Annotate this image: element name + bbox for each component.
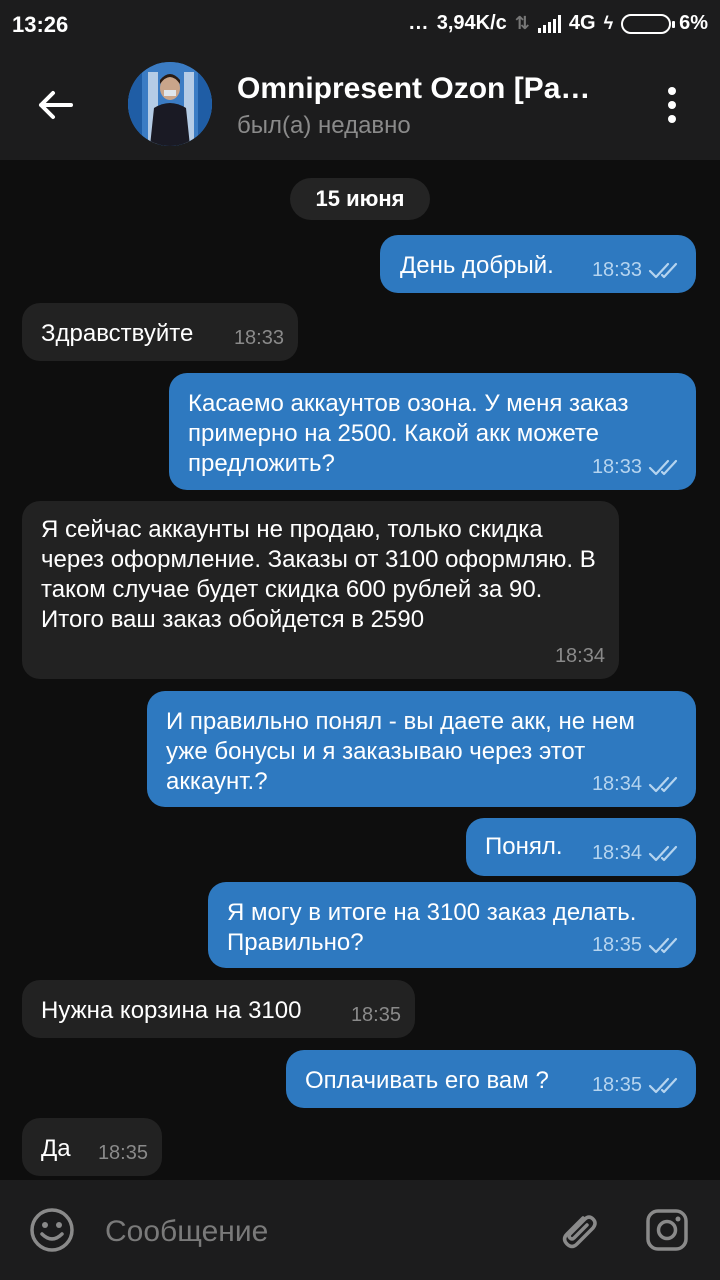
signal-icon bbox=[537, 14, 561, 33]
read-double-check-icon bbox=[648, 776, 678, 793]
date-separator: 15 июня bbox=[290, 178, 430, 220]
read-double-check-icon bbox=[648, 845, 678, 862]
message-time: 18:33 bbox=[233, 327, 284, 349]
message-time: 18:34 bbox=[554, 645, 605, 667]
camera-button[interactable] bbox=[643, 1206, 691, 1254]
message-time: 18:34 bbox=[591, 842, 642, 864]
camera-icon bbox=[646, 1209, 688, 1251]
message-time: 18:33 bbox=[591, 456, 642, 478]
message-meta: 18:35 bbox=[351, 1000, 401, 1030]
more-menu-icon[interactable] bbox=[655, 80, 689, 130]
charging-icon: ϟ bbox=[603, 13, 614, 33]
message-time: 18:35 bbox=[591, 1074, 642, 1096]
message-time: 18:34 bbox=[591, 773, 642, 795]
message-composer bbox=[0, 1180, 720, 1280]
chat-title[interactable]: Omnipresent Ozon [Pa… bbox=[237, 72, 637, 106]
back-arrow-icon bbox=[39, 91, 73, 119]
message-meta: 18:33 bbox=[592, 452, 682, 482]
message-outgoing[interactable]: Я могу в итоге на 3100 заказ делать. Пра… bbox=[208, 882, 696, 968]
emoji-icon bbox=[30, 1208, 74, 1252]
status-time: 13:26 bbox=[12, 12, 69, 37]
battery-icon bbox=[621, 13, 676, 34]
message-meta: 18:35 bbox=[98, 1138, 148, 1168]
message-outgoing[interactable]: Понял. 18:34 bbox=[466, 818, 696, 876]
contact-avatar[interactable] bbox=[128, 62, 212, 146]
message-time: 18:35 bbox=[97, 1142, 148, 1164]
avatar-image bbox=[128, 62, 212, 146]
message-incoming[interactable]: Я сейчас аккаунты не продаю, только скид… bbox=[22, 501, 619, 679]
message-meta: 18:34 bbox=[555, 641, 605, 671]
message-meta: 18:33 bbox=[234, 323, 284, 353]
read-double-check-icon bbox=[648, 262, 678, 279]
battery-level: 6% bbox=[679, 12, 708, 34]
chat-header: Omnipresent Ozon [Pa… был(а) недавно bbox=[0, 50, 720, 160]
message-outgoing[interactable]: И правильно понял - вы даете акк, не нем… bbox=[147, 691, 696, 807]
network-type: 4G bbox=[568, 12, 596, 34]
message-outgoing[interactable]: День добрый. 18:33 bbox=[380, 235, 696, 293]
message-meta: 18:35 bbox=[592, 1070, 682, 1100]
message-meta: 18:34 bbox=[592, 838, 682, 868]
message-meta: 18:35 bbox=[592, 930, 682, 960]
back-button[interactable] bbox=[30, 80, 80, 130]
message-incoming[interactable]: Нужна корзина на 3100 18:35 bbox=[22, 980, 415, 1038]
last-seen-status: был(а) недавно bbox=[237, 112, 411, 139]
message-time: 18:33 bbox=[591, 259, 642, 281]
attach-icon bbox=[562, 1215, 597, 1249]
status-right: ... 3,94K/c ⇅ 4G ϟ 6% bbox=[409, 12, 708, 35]
message-text: Я сейчас аккаунты не продаю, только скид… bbox=[41, 516, 596, 633]
message-meta: 18:34 bbox=[592, 769, 682, 799]
status-bar: 13:26 ... 3,94K/c ⇅ 4G ϟ 6% bbox=[0, 0, 720, 50]
read-double-check-icon bbox=[648, 937, 678, 954]
emoji-button[interactable] bbox=[28, 1206, 76, 1254]
message-list[interactable]: 15 июня День добрый. 18:33 Здравствуйте … bbox=[0, 160, 720, 1180]
message-time: 18:35 bbox=[591, 934, 642, 956]
data-transfer-icon: ⇅ bbox=[514, 13, 530, 33]
message-outgoing[interactable]: Оплачивать его вам ? 18:35 bbox=[286, 1050, 696, 1108]
message-meta: 18:33 bbox=[592, 255, 682, 285]
network-speed: 3,94K/c bbox=[436, 12, 507, 34]
message-incoming[interactable]: Здравствуйте 18:33 bbox=[22, 303, 298, 361]
message-input[interactable] bbox=[105, 1210, 525, 1254]
message-time: 18:35 bbox=[350, 1004, 401, 1026]
attach-button[interactable] bbox=[553, 1206, 601, 1254]
message-incoming[interactable]: Да 18:35 bbox=[22, 1118, 162, 1176]
message-outgoing[interactable]: Касаемо аккаунтов озона. У меня заказ пр… bbox=[169, 373, 696, 490]
read-double-check-icon bbox=[648, 1077, 678, 1094]
read-double-check-icon bbox=[648, 459, 678, 476]
notification-dots: ... bbox=[409, 12, 429, 34]
